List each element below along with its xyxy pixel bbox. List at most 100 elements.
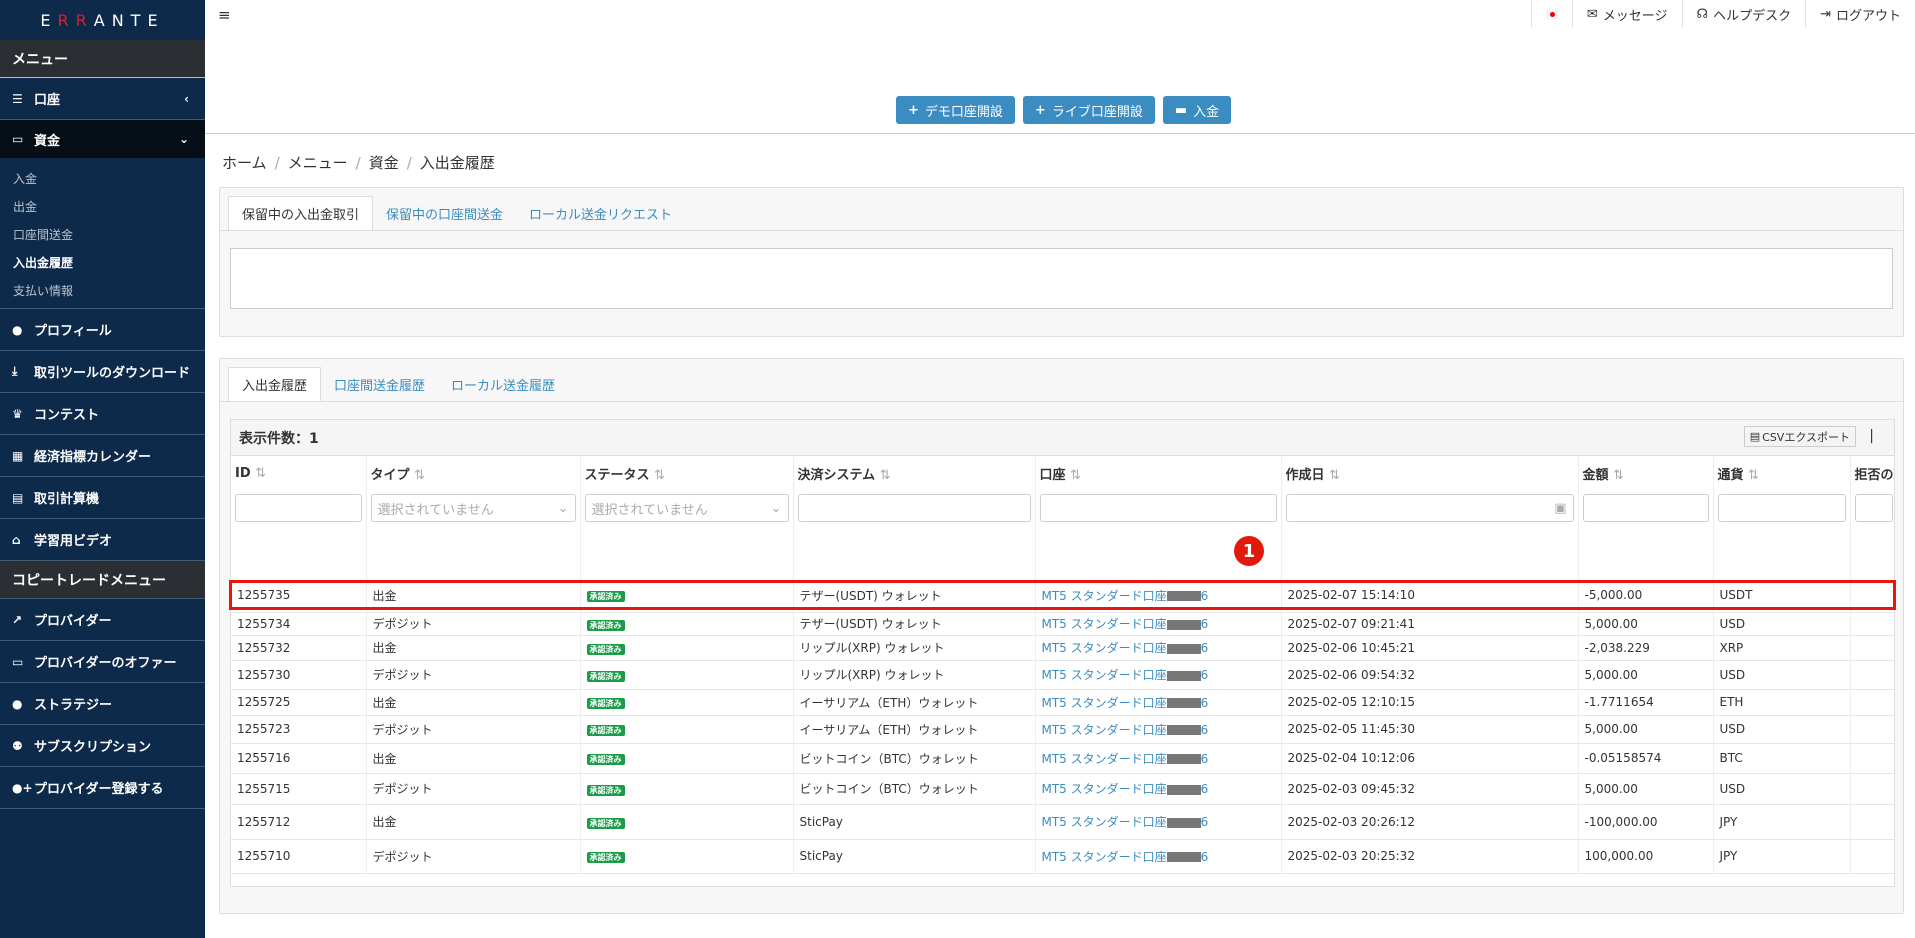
language-selector[interactable]: [1530, 0, 1572, 28]
sidebar-item[interactable]: ⤓ 取引ツールのダウンロード: [0, 351, 205, 393]
sidebar-item[interactable]: ▭ プロバイダーのオファー: [0, 641, 205, 683]
sidebar-item[interactable]: ▤ 取引計算機: [0, 477, 205, 519]
column-header[interactable]: 通貨 ⇅: [1713, 456, 1851, 490]
account-link[interactable]: MT5 スタンダード口座: [1042, 641, 1167, 655]
date-filter[interactable]: ▣: [1281, 490, 1579, 526]
account-link[interactable]: MT5 スタンダード口座: [1042, 782, 1167, 796]
currency-filter[interactable]: [1713, 490, 1851, 526]
cell-status: 承認済み: [580, 660, 794, 690]
account-link[interactable]: MT5 スタンダード口座: [1042, 589, 1167, 603]
redacted-mask: [1166, 591, 1201, 602]
open-demo-account-button[interactable]: + デモ口座開設: [896, 96, 1015, 124]
account-link[interactable]: MT5 スタンダード口座: [1042, 850, 1167, 864]
payment-system-filter[interactable]: [793, 490, 1036, 526]
table-row: 1255734 デポジット 承認済み テザー(USDT) ウォレット MT5 スタンダー…: [231, 612, 1894, 636]
cell-account[interactable]: MT5 スタンダード口座 6: [1035, 773, 1282, 805]
copy-trade-menu-header: コピートレードメニュー: [0, 561, 205, 599]
sidebar-subitem[interactable]: 入金: [0, 164, 205, 192]
sidebar-item[interactable]: ↗ プロバイダー: [0, 599, 205, 641]
cell-account[interactable]: MT5 スタンダード口座 6: [1035, 804, 1282, 840]
column-header[interactable]: ID ⇅: [231, 456, 367, 490]
sidebar-item[interactable]: ● ストラテジー: [0, 683, 205, 725]
cell-currency: BTC: [1713, 743, 1851, 774]
account-link[interactable]: MT5 スタンダード口座: [1042, 723, 1167, 737]
account-link[interactable]: MT5 スタンダード口座: [1042, 752, 1167, 766]
cell-status: 承認済み: [580, 839, 794, 874]
sidebar-item-accounts[interactable]: ☰ 口座 ‹: [0, 78, 205, 120]
messages-link[interactable]: ✉ メッセージ: [1571, 0, 1682, 28]
column-header[interactable]: 作成日 ⇅: [1281, 456, 1579, 490]
reject-reason-filter[interactable]: [1850, 490, 1894, 526]
cell-amount: -1.7711654: [1578, 689, 1714, 716]
cell-account[interactable]: MT5 スタンダード口座 6: [1035, 660, 1282, 690]
status-badge: 承認済み: [586, 784, 625, 796]
sidebar-subitem[interactable]: 口座間送金: [0, 220, 205, 248]
tab-local-transfer-requests[interactable]: ローカル送金リクエスト: [516, 196, 685, 230]
account-link[interactable]: MT5 スタンダード口座: [1042, 617, 1167, 631]
cell-account[interactable]: MT5 スタンダード口座 6: [1035, 635, 1282, 661]
deposit-button[interactable]: ▬ 入金: [1162, 96, 1232, 124]
sidebar-item[interactable]: ♛ コンテスト: [0, 393, 205, 435]
sidebar-item[interactable]: ●+ プロバイダー登録する: [0, 767, 205, 809]
sidebar-subitem[interactable]: 出金: [0, 192, 205, 220]
tab-deposit-withdrawal-history[interactable]: 入出金履歴: [228, 367, 322, 401]
sidebar-item[interactable]: ▦ 経済指標カレンダー: [0, 435, 205, 477]
cell-id: 1255725: [231, 689, 367, 716]
column-header[interactable]: 金額 ⇅: [1578, 456, 1714, 490]
logout-label: ログアウト: [1835, 8, 1901, 24]
status-badge: 承認済み: [586, 698, 625, 709]
cell-currency: JPY: [1713, 839, 1851, 874]
cell-account[interactable]: MT5 スタンダード口座 6: [1035, 715, 1282, 744]
tab-transfer-history[interactable]: 口座間送金履歴: [321, 367, 438, 401]
tab-pending-transfers[interactable]: 保留中の口座間送金: [373, 196, 516, 230]
bank-icon: ⌂: [12, 532, 21, 547]
cell-account[interactable]: MT5 スタンダード口座 6: [1035, 689, 1282, 716]
tab-pending-transactions[interactable]: 保留中の入出金取引: [228, 196, 374, 230]
cell-amount: 5,000.00: [1578, 773, 1714, 805]
sidebar-item-funds[interactable]: ▭ 資金 ⌄: [0, 120, 205, 158]
column-header[interactable]: タイプ ⇅: [366, 456, 581, 490]
sidebar-item[interactable]: ⌂ 学習用ビデオ: [0, 519, 205, 561]
cell-account[interactable]: MT5 スタンダード口座 6: [1035, 743, 1282, 774]
sidebar-item[interactable]: ● プロフィール: [0, 309, 205, 351]
button-label: デモ口座開設: [924, 104, 1003, 120]
type-filter[interactable]: 選択されていません ⌄: [366, 490, 581, 526]
breadcrumb-funds[interactable]: 資金: [369, 154, 399, 172]
column-header[interactable]: ステータス ⇅: [580, 456, 794, 490]
column-header[interactable]: 口座 ⇅: [1035, 456, 1282, 490]
sidebar-item[interactable]: ⚉ サブスクリプション: [0, 725, 205, 767]
helpdesk-link[interactable]: ☊ ヘルプデスク: [1681, 0, 1806, 28]
sidebar-subitem[interactable]: 支払い情報: [0, 276, 205, 304]
hamburger-menu-icon[interactable]: ≡: [218, 6, 231, 24]
pending-panel: 保留中の入出金取引 保留中の口座間送金 ローカル送金リクエスト: [219, 187, 1904, 337]
status-filter[interactable]: 選択されていません ⌄: [580, 490, 794, 526]
csv-export-button[interactable]: ▤ CSVエクスポート: [1743, 426, 1856, 447]
column-header[interactable]: 拒否の理由 ⇅: [1850, 456, 1894, 490]
helpdesk-label: ヘルプデスク: [1713, 8, 1792, 24]
cell-account[interactable]: MT5 スタンダード口座 6: [1035, 839, 1282, 874]
account-filter[interactable]: [1035, 490, 1282, 526]
account-link[interactable]: MT5 スタンダード口座: [1042, 668, 1167, 682]
account-suffix: 6: [1200, 849, 1209, 864]
amount-filter[interactable]: [1578, 490, 1714, 526]
sidebar-subitem[interactable]: 入出金履歴: [0, 248, 205, 276]
open-live-account-button[interactable]: + ライブ口座開設: [1022, 96, 1155, 124]
account-link[interactable]: MT5 スタンダード口座: [1042, 815, 1167, 829]
column-label: 口座: [1039, 467, 1066, 483]
column-header[interactable]: 決済システム ⇅: [793, 456, 1036, 490]
cell-date: 2025-02-06 10:45:21: [1281, 635, 1579, 661]
id-filter[interactable]: [231, 490, 367, 526]
cell-account[interactable]: MT5 スタンダード口座 6: [1035, 612, 1282, 636]
account-suffix: 6: [1200, 782, 1209, 796]
cell-account[interactable]: MT5 スタンダード口座 6: [1035, 579, 1282, 613]
breadcrumb-menu[interactable]: メニュー: [288, 154, 348, 172]
breadcrumb-home[interactable]: ホーム: [222, 154, 267, 172]
errante-logo[interactable]: E RR ANTE: [0, 0, 205, 40]
column-label: ステータス: [584, 467, 650, 483]
account-link[interactable]: MT5 スタンダード口座: [1042, 696, 1167, 710]
cell-currency: USD: [1713, 773, 1851, 805]
status-badge: 承認済み: [586, 725, 625, 736]
file-icon: ▤: [1749, 430, 1761, 443]
tab-local-transfer-history[interactable]: ローカル送金履歴: [438, 367, 568, 401]
logout-link[interactable]: ⇥ ログアウト: [1805, 0, 1915, 28]
